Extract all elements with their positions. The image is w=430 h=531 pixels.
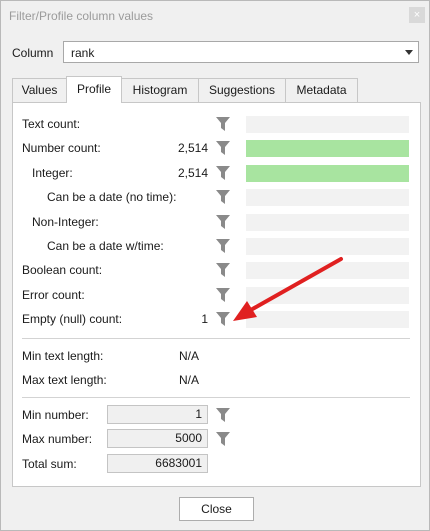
total-sum-field[interactable]: 6683001 — [107, 454, 208, 473]
number-count-value: 2,514 — [177, 141, 208, 156]
column-select[interactable]: rank — [63, 41, 419, 63]
empty-null-count-bar — [246, 311, 409, 329]
title-bar: Filter/Profile column values × — [1, 1, 429, 31]
filter-icon[interactable] — [216, 190, 230, 205]
total-sum-label: Total sum: — [22, 457, 77, 471]
integer-label: Integer: — [32, 165, 73, 180]
integer-bar-fill — [246, 164, 409, 182]
max-text-length-value: N/A — [179, 373, 200, 387]
min-text-length-value: N/A — [179, 349, 200, 363]
close-button[interactable]: Close — [179, 497, 254, 521]
tab-profile[interactable]: Profile — [66, 76, 122, 103]
column-select-value: rank — [71, 46, 95, 60]
number-count-bar-fill — [246, 140, 409, 158]
filter-icon[interactable] — [216, 165, 230, 180]
tab-metadata[interactable]: Metadata — [285, 78, 358, 102]
date-no-time-bar — [246, 189, 409, 207]
close-window-button[interactable]: × — [409, 7, 425, 23]
max-number-label: Max number: — [22, 432, 93, 446]
tab-histogram[interactable]: Histogram — [121, 78, 199, 102]
text-count-bar — [246, 116, 409, 133]
min-number-field[interactable]: 1 — [107, 405, 208, 424]
filter-icon[interactable] — [216, 408, 230, 422]
number-count-bar — [246, 140, 409, 158]
empty-null-count-value: 1 — [201, 312, 208, 327]
filter-icon[interactable] — [216, 432, 230, 446]
window-title: Filter/Profile column values — [9, 9, 154, 23]
empty-null-count-label: Empty (null) count: — [22, 312, 123, 327]
separator — [22, 397, 410, 398]
profile-panel: Text count: Number count: 2,514 Integer: 2,5… — [12, 102, 421, 487]
tab-values[interactable]: Values — [12, 78, 67, 102]
number-count-label: Number count: — [22, 141, 101, 156]
boolean-count-label: Boolean count: — [22, 263, 103, 278]
boolean-count-bar — [246, 262, 409, 280]
dialog-window: Filter/Profile column values × Column ra… — [0, 0, 430, 531]
non-integer-bar — [246, 213, 409, 231]
filter-icon[interactable] — [216, 141, 230, 156]
integer-value: 2,514 — [177, 165, 208, 180]
date-no-time-label: Can be a date (no time): — [47, 190, 177, 205]
column-label: Column — [12, 46, 54, 60]
date-with-time-label: Can be a date w/time: — [47, 239, 164, 253]
filter-icon[interactable] — [216, 263, 230, 278]
non-integer-label: Non-Integer: — [32, 214, 99, 229]
separator — [22, 338, 410, 339]
min-text-length-label: Min text length: — [22, 349, 104, 363]
filter-icon[interactable] — [216, 239, 230, 253]
max-text-length-label: Max text length: — [22, 373, 107, 387]
filter-icon[interactable] — [216, 214, 230, 229]
filter-icon[interactable] — [216, 312, 230, 327]
max-number-field[interactable]: 5000 — [107, 429, 208, 448]
error-count-label: Error count: — [22, 287, 85, 302]
filter-icon[interactable] — [216, 287, 230, 302]
min-number-label: Min number: — [22, 408, 89, 422]
text-count-label: Text count: — [22, 117, 81, 131]
error-count-bar — [246, 286, 409, 304]
integer-bar — [246, 164, 409, 182]
date-with-time-bar — [246, 238, 409, 255]
filter-icon[interactable] — [216, 117, 230, 131]
chevron-down-icon — [405, 50, 413, 55]
tab-suggestions[interactable]: Suggestions — [198, 78, 286, 102]
